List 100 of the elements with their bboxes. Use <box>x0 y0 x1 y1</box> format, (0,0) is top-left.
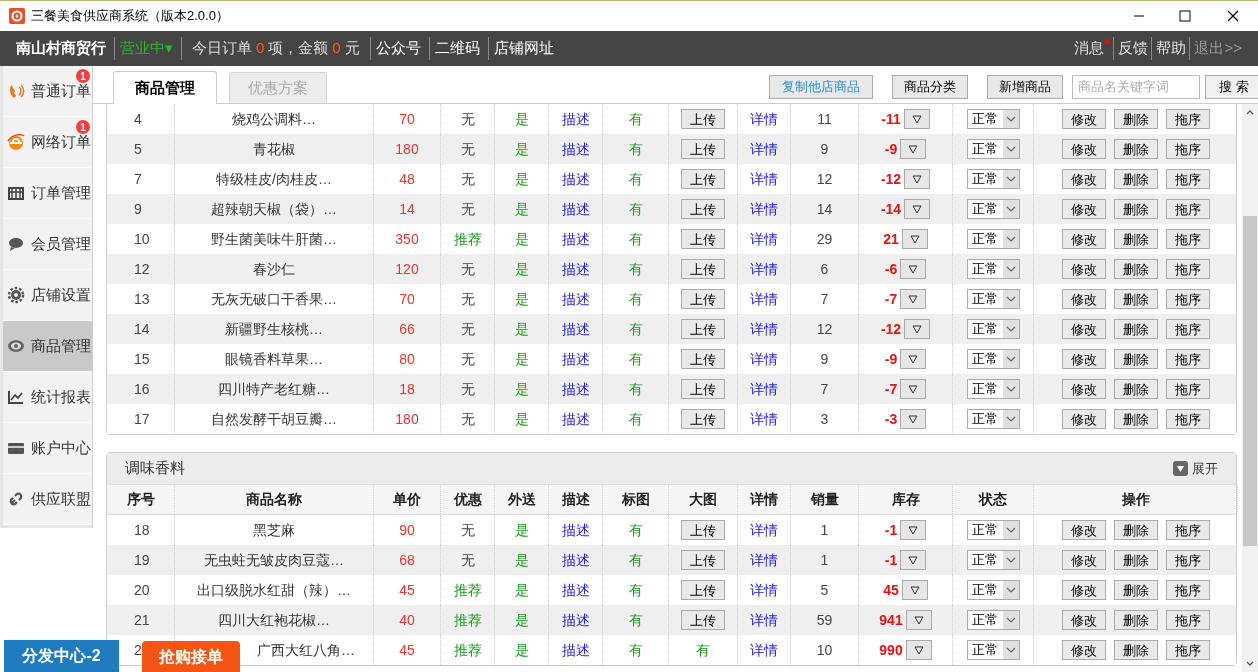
action-button[interactable]: 删除 <box>1114 139 1158 159</box>
upload-button[interactable]: 上传 <box>681 610 725 630</box>
upload-button[interactable]: 上传 <box>681 409 725 429</box>
scrollbar-thumb[interactable] <box>1243 216 1257 546</box>
header-link[interactable]: 店铺网址 <box>493 39 554 57</box>
description-link[interactable]: 描述 <box>561 549 590 571</box>
status-select[interactable]: 正常 <box>966 349 1020 369</box>
upload-button[interactable]: 上传 <box>681 139 725 159</box>
sidebar-item[interactable]: 商品管理 <box>3 321 92 372</box>
stock-dropdown-button[interactable] <box>900 379 927 399</box>
stock-dropdown-button[interactable] <box>903 109 930 129</box>
sidebar-item[interactable]: 会员管理 <box>3 219 92 270</box>
details-link[interactable]: 详情 <box>750 288 778 310</box>
action-button[interactable]: 修改 <box>1062 580 1106 600</box>
action-button[interactable]: 拖序 <box>1166 379 1210 399</box>
description-link[interactable]: 描述 <box>561 378 590 400</box>
action-button[interactable]: 拖序 <box>1166 319 1210 339</box>
description-link[interactable]: 描述 <box>561 108 590 130</box>
details-link[interactable]: 详情 <box>750 579 778 601</box>
status-select[interactable]: 正常 <box>966 550 1020 570</box>
action-button[interactable]: 修改 <box>1062 610 1106 630</box>
search-field[interactable]: 商品名关键字词 <box>1072 74 1200 99</box>
header-link[interactable]: 消息 <box>1074 37 1105 60</box>
status-select[interactable]: 正常 <box>966 610 1020 630</box>
upload-button[interactable]: 上传 <box>681 580 725 600</box>
business-status-dropdown[interactable]: 营业中▾ <box>114 37 179 60</box>
action-button[interactable]: 修改 <box>1062 379 1106 399</box>
sidebar-item[interactable]: 订单管理 <box>3 168 92 219</box>
action-button[interactable]: 删除 <box>1114 289 1158 309</box>
status-select[interactable]: 正常 <box>966 520 1020 540</box>
status-select[interactable]: 正常 <box>966 580 1020 600</box>
action-button[interactable]: 修改 <box>1062 520 1106 540</box>
details-link[interactable]: 详情 <box>750 519 778 541</box>
description-link[interactable]: 描述 <box>561 168 590 190</box>
stock-dropdown-button[interactable] <box>905 610 932 630</box>
search-button[interactable]: 搜 索 <box>1205 74 1258 99</box>
stock-dropdown-button[interactable] <box>905 640 932 660</box>
upload-button[interactable]: 上传 <box>681 109 725 129</box>
upload-button[interactable]: 上传 <box>681 319 725 339</box>
action-button[interactable]: 修改 <box>1062 139 1106 159</box>
action-button[interactable]: 拖序 <box>1166 229 1210 249</box>
description-link[interactable]: 描述 <box>561 288 590 310</box>
upload-button[interactable]: 上传 <box>681 199 725 219</box>
status-select[interactable]: 正常 <box>966 139 1020 159</box>
action-button[interactable]: 拖序 <box>1166 199 1210 219</box>
action-button[interactable]: 拖序 <box>1166 109 1210 129</box>
description-link[interactable]: 描述 <box>561 318 590 340</box>
upload-button[interactable]: 上传 <box>681 259 725 279</box>
stock-dropdown-button[interactable] <box>900 409 927 429</box>
action-button[interactable]: 删除 <box>1114 319 1158 339</box>
stock-dropdown-button[interactable] <box>904 319 931 339</box>
details-link[interactable]: 详情 <box>750 408 778 430</box>
action-button[interactable]: 删除 <box>1114 610 1158 630</box>
status-select[interactable]: 正常 <box>966 640 1020 660</box>
stock-dropdown-button[interactable] <box>900 259 927 279</box>
action-button[interactable]: 修改 <box>1062 289 1106 309</box>
description-link[interactable]: 描述 <box>561 609 590 631</box>
sidebar-item[interactable]: 网络订单 1 <box>3 117 92 168</box>
action-button[interactable]: 修改 <box>1062 169 1106 189</box>
details-link[interactable]: 详情 <box>750 258 778 280</box>
action-button[interactable]: 删除 <box>1114 349 1158 369</box>
status-select[interactable]: 正常 <box>966 109 1020 129</box>
tab[interactable]: 商品管理 <box>113 71 217 104</box>
stock-dropdown-button[interactable] <box>904 199 931 219</box>
floating-button[interactable]: 分发中心-2 <box>4 640 119 672</box>
action-button[interactable]: 拖序 <box>1166 520 1210 540</box>
status-select[interactable]: 正常 <box>966 169 1020 189</box>
action-button[interactable]: 拖序 <box>1166 139 1210 159</box>
details-link[interactable]: 详情 <box>750 198 778 220</box>
action-button[interactable]: 修改 <box>1062 640 1106 660</box>
details-link[interactable]: 详情 <box>750 609 778 631</box>
status-select[interactable]: 正常 <box>966 319 1020 339</box>
action-button[interactable]: 拖序 <box>1166 610 1210 630</box>
stock-dropdown-button[interactable] <box>900 550 927 570</box>
stock-dropdown-button[interactable] <box>900 289 927 309</box>
description-link[interactable]: 描述 <box>561 408 590 430</box>
stock-dropdown-button[interactable] <box>901 229 928 249</box>
header-link[interactable]: 反馈 <box>1118 37 1149 60</box>
action-button[interactable]: 删除 <box>1114 199 1158 219</box>
details-link[interactable]: 详情 <box>750 318 778 340</box>
sidebar-item[interactable]: 账户中心 <box>3 423 92 474</box>
action-button[interactable]: 删除 <box>1114 409 1158 429</box>
description-link[interactable]: 描述 <box>561 348 590 370</box>
action-button[interactable]: 拖序 <box>1166 259 1210 279</box>
action-button[interactable]: 删除 <box>1114 520 1158 540</box>
action-button[interactable]: 拖序 <box>1166 169 1210 189</box>
stock-dropdown-button[interactable] <box>901 580 928 600</box>
status-select[interactable]: 正常 <box>966 199 1020 219</box>
action-button[interactable]: 拖序 <box>1166 289 1210 309</box>
details-link[interactable]: 详情 <box>750 378 778 400</box>
description-link[interactable]: 描述 <box>561 519 590 541</box>
details-link[interactable]: 详情 <box>750 108 778 130</box>
description-link[interactable]: 描述 <box>561 198 590 220</box>
details-link[interactable]: 详情 <box>750 138 778 160</box>
action-button[interactable]: 拖序 <box>1166 580 1210 600</box>
action-button[interactable]: 修改 <box>1062 109 1106 129</box>
upload-button[interactable]: 上传 <box>681 169 725 189</box>
action-button[interactable]: 修改 <box>1062 550 1106 570</box>
upload-button[interactable]: 上传 <box>681 229 725 249</box>
stock-dropdown-button[interactable] <box>900 349 927 369</box>
